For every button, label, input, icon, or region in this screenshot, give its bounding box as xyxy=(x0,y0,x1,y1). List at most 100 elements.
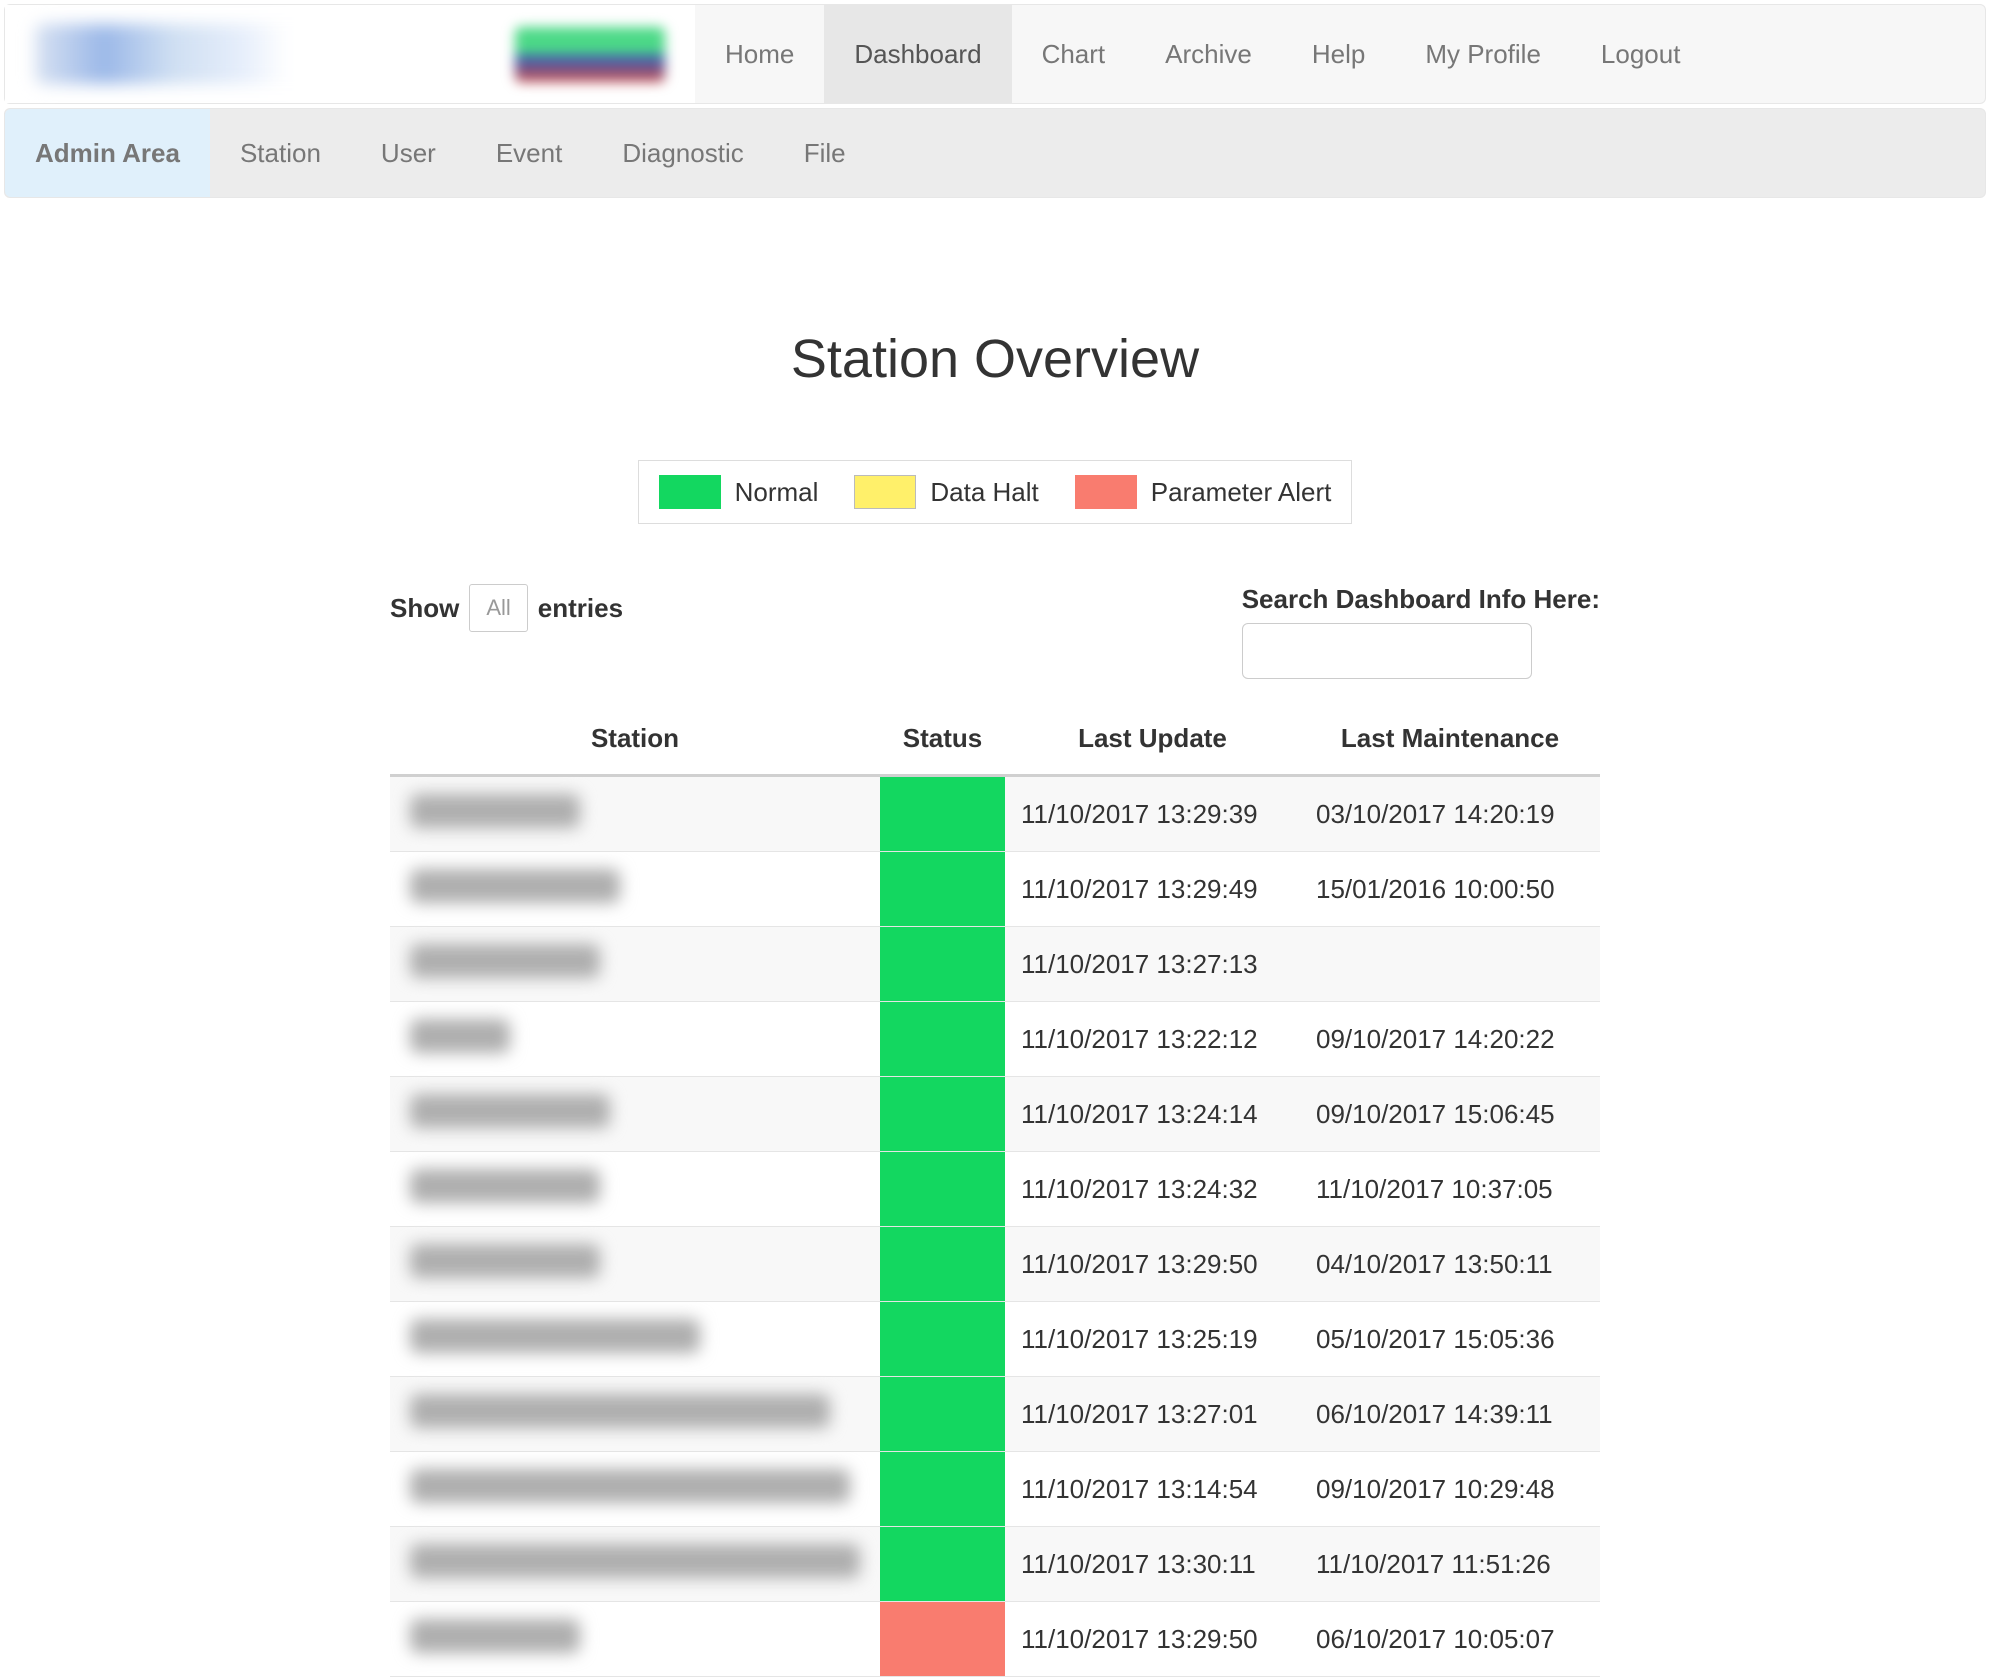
status-indicator xyxy=(880,1302,1005,1376)
station-name-redacted xyxy=(410,944,600,978)
brand-logo-redacted xyxy=(35,24,495,84)
brand-logo-area xyxy=(5,5,695,103)
station-name-redacted xyxy=(410,1394,830,1428)
table-row[interactable]: 11/10/2017 13:29:5006/10/2017 10:05:07 xyxy=(390,1602,1600,1677)
status-indicator xyxy=(880,852,1005,926)
swatch-normal xyxy=(659,475,721,509)
brand-badge-redacted xyxy=(515,27,665,82)
legend-normal: Normal xyxy=(659,475,819,509)
content-wrapper: Show All entries Search Dashboard Info H… xyxy=(390,584,1600,1677)
status-cell xyxy=(880,1452,1005,1527)
table-row[interactable]: 11/10/2017 13:27:0106/10/2017 14:39:11 xyxy=(390,1377,1600,1452)
stations-table: Station Status Last Update Last Maintena… xyxy=(390,709,1600,1677)
station-name-redacted xyxy=(410,1169,600,1203)
last-update-cell: 11/10/2017 13:25:19 xyxy=(1005,1302,1300,1377)
search-input[interactable] xyxy=(1242,623,1532,679)
table-row[interactable]: 11/10/2017 13:29:5004/10/2017 13:50:11 xyxy=(390,1227,1600,1302)
station-name-cell xyxy=(390,1377,880,1452)
sub-nav: Admin Area Station User Event Diagnostic… xyxy=(4,108,1986,198)
last-maintenance-cell: 09/10/2017 15:06:45 xyxy=(1300,1077,1600,1152)
status-cell xyxy=(880,1302,1005,1377)
legend-parameter-alert: Parameter Alert xyxy=(1075,475,1332,509)
show-entries-control: Show All entries xyxy=(390,584,623,632)
subnav-station[interactable]: Station xyxy=(210,109,351,197)
col-header-status[interactable]: Status xyxy=(880,709,1005,776)
status-cell xyxy=(880,1377,1005,1452)
nav-logout[interactable]: Logout xyxy=(1571,5,1711,103)
nav-home[interactable]: Home xyxy=(695,5,824,103)
show-prefix-label: Show xyxy=(390,593,459,624)
status-cell xyxy=(880,776,1005,852)
table-row[interactable]: 11/10/2017 13:25:1905/10/2017 15:05:36 xyxy=(390,1302,1600,1377)
subnav-diagnostic[interactable]: Diagnostic xyxy=(592,109,773,197)
last-update-cell: 11/10/2017 13:24:32 xyxy=(1005,1152,1300,1227)
nav-archive[interactable]: Archive xyxy=(1135,5,1282,103)
status-indicator xyxy=(880,1527,1005,1601)
nav-help[interactable]: Help xyxy=(1282,5,1395,103)
legend-data-halt: Data Halt xyxy=(854,475,1038,509)
last-maintenance-cell: 04/10/2017 13:50:11 xyxy=(1300,1227,1600,1302)
last-maintenance-cell: 06/10/2017 14:39:11 xyxy=(1300,1377,1600,1452)
station-name-cell xyxy=(390,1227,880,1302)
station-name-cell xyxy=(390,1002,880,1077)
subnav-event[interactable]: Event xyxy=(466,109,593,197)
status-cell xyxy=(880,1152,1005,1227)
last-maintenance-cell: 06/10/2017 10:05:07 xyxy=(1300,1602,1600,1677)
nav-dashboard[interactable]: Dashboard xyxy=(824,5,1011,103)
last-update-cell: 11/10/2017 13:27:13 xyxy=(1005,927,1300,1002)
status-indicator xyxy=(880,1002,1005,1076)
station-name-redacted xyxy=(410,1544,860,1578)
station-name-cell xyxy=(390,852,880,927)
status-indicator xyxy=(880,1602,1005,1676)
subnav-user[interactable]: User xyxy=(351,109,466,197)
swatch-alert xyxy=(1075,475,1137,509)
top-nav: Home Dashboard Chart Archive Help My Pro… xyxy=(4,4,1986,104)
last-update-cell: 11/10/2017 13:29:50 xyxy=(1005,1227,1300,1302)
col-header-last-update[interactable]: Last Update xyxy=(1005,709,1300,776)
legend-alert-label: Parameter Alert xyxy=(1151,477,1332,508)
table-row[interactable]: 11/10/2017 13:22:1209/10/2017 14:20:22 xyxy=(390,1002,1600,1077)
last-update-cell: 11/10/2017 13:24:14 xyxy=(1005,1077,1300,1152)
station-name-redacted xyxy=(410,1619,580,1653)
last-update-cell: 11/10/2017 13:29:49 xyxy=(1005,852,1300,927)
status-cell xyxy=(880,852,1005,927)
status-indicator xyxy=(880,927,1005,1001)
nav-chart[interactable]: Chart xyxy=(1012,5,1136,103)
table-row[interactable]: 11/10/2017 13:30:1111/10/2017 11:51:26 xyxy=(390,1527,1600,1602)
subnav-file[interactable]: File xyxy=(774,109,876,197)
show-entries-select[interactable]: All xyxy=(469,584,527,632)
legend-halt-label: Data Halt xyxy=(930,477,1038,508)
table-row[interactable]: 11/10/2017 13:27:13 xyxy=(390,927,1600,1002)
last-maintenance-cell xyxy=(1300,927,1600,1002)
station-name-cell xyxy=(390,1152,880,1227)
last-update-cell: 11/10/2017 13:29:50 xyxy=(1005,1602,1300,1677)
table-row[interactable]: 11/10/2017 13:24:3211/10/2017 10:37:05 xyxy=(390,1152,1600,1227)
status-indicator xyxy=(880,1152,1005,1226)
station-name-redacted xyxy=(410,1244,600,1278)
last-update-cell: 11/10/2017 13:22:12 xyxy=(1005,1002,1300,1077)
station-name-redacted xyxy=(410,794,580,828)
status-cell xyxy=(880,1602,1005,1677)
station-name-cell xyxy=(390,1302,880,1377)
col-header-station[interactable]: Station xyxy=(390,709,880,776)
search-control: Search Dashboard Info Here: xyxy=(1242,584,1600,679)
nav-my-profile[interactable]: My Profile xyxy=(1395,5,1571,103)
table-row[interactable]: 11/10/2017 13:14:5409/10/2017 10:29:48 xyxy=(390,1452,1600,1527)
station-name-cell xyxy=(390,927,880,1002)
table-row[interactable]: 11/10/2017 13:29:4915/01/2016 10:00:50 xyxy=(390,852,1600,927)
table-row[interactable]: 11/10/2017 13:24:1409/10/2017 15:06:45 xyxy=(390,1077,1600,1152)
last-update-cell: 11/10/2017 13:30:11 xyxy=(1005,1527,1300,1602)
col-header-last-maintenance[interactable]: Last Maintenance xyxy=(1300,709,1600,776)
status-indicator xyxy=(880,1077,1005,1151)
status-cell xyxy=(880,1527,1005,1602)
last-maintenance-cell: 09/10/2017 14:20:22 xyxy=(1300,1002,1600,1077)
table-row[interactable]: 11/10/2017 13:29:3903/10/2017 14:20:19 xyxy=(390,776,1600,852)
last-maintenance-cell: 03/10/2017 14:20:19 xyxy=(1300,776,1600,852)
last-maintenance-cell: 15/01/2016 10:00:50 xyxy=(1300,852,1600,927)
legend-normal-label: Normal xyxy=(735,477,819,508)
status-cell xyxy=(880,1227,1005,1302)
subnav-admin-area[interactable]: Admin Area xyxy=(5,109,210,197)
station-name-redacted xyxy=(410,1319,700,1353)
station-name-cell xyxy=(390,1527,880,1602)
status-indicator xyxy=(880,777,1005,851)
